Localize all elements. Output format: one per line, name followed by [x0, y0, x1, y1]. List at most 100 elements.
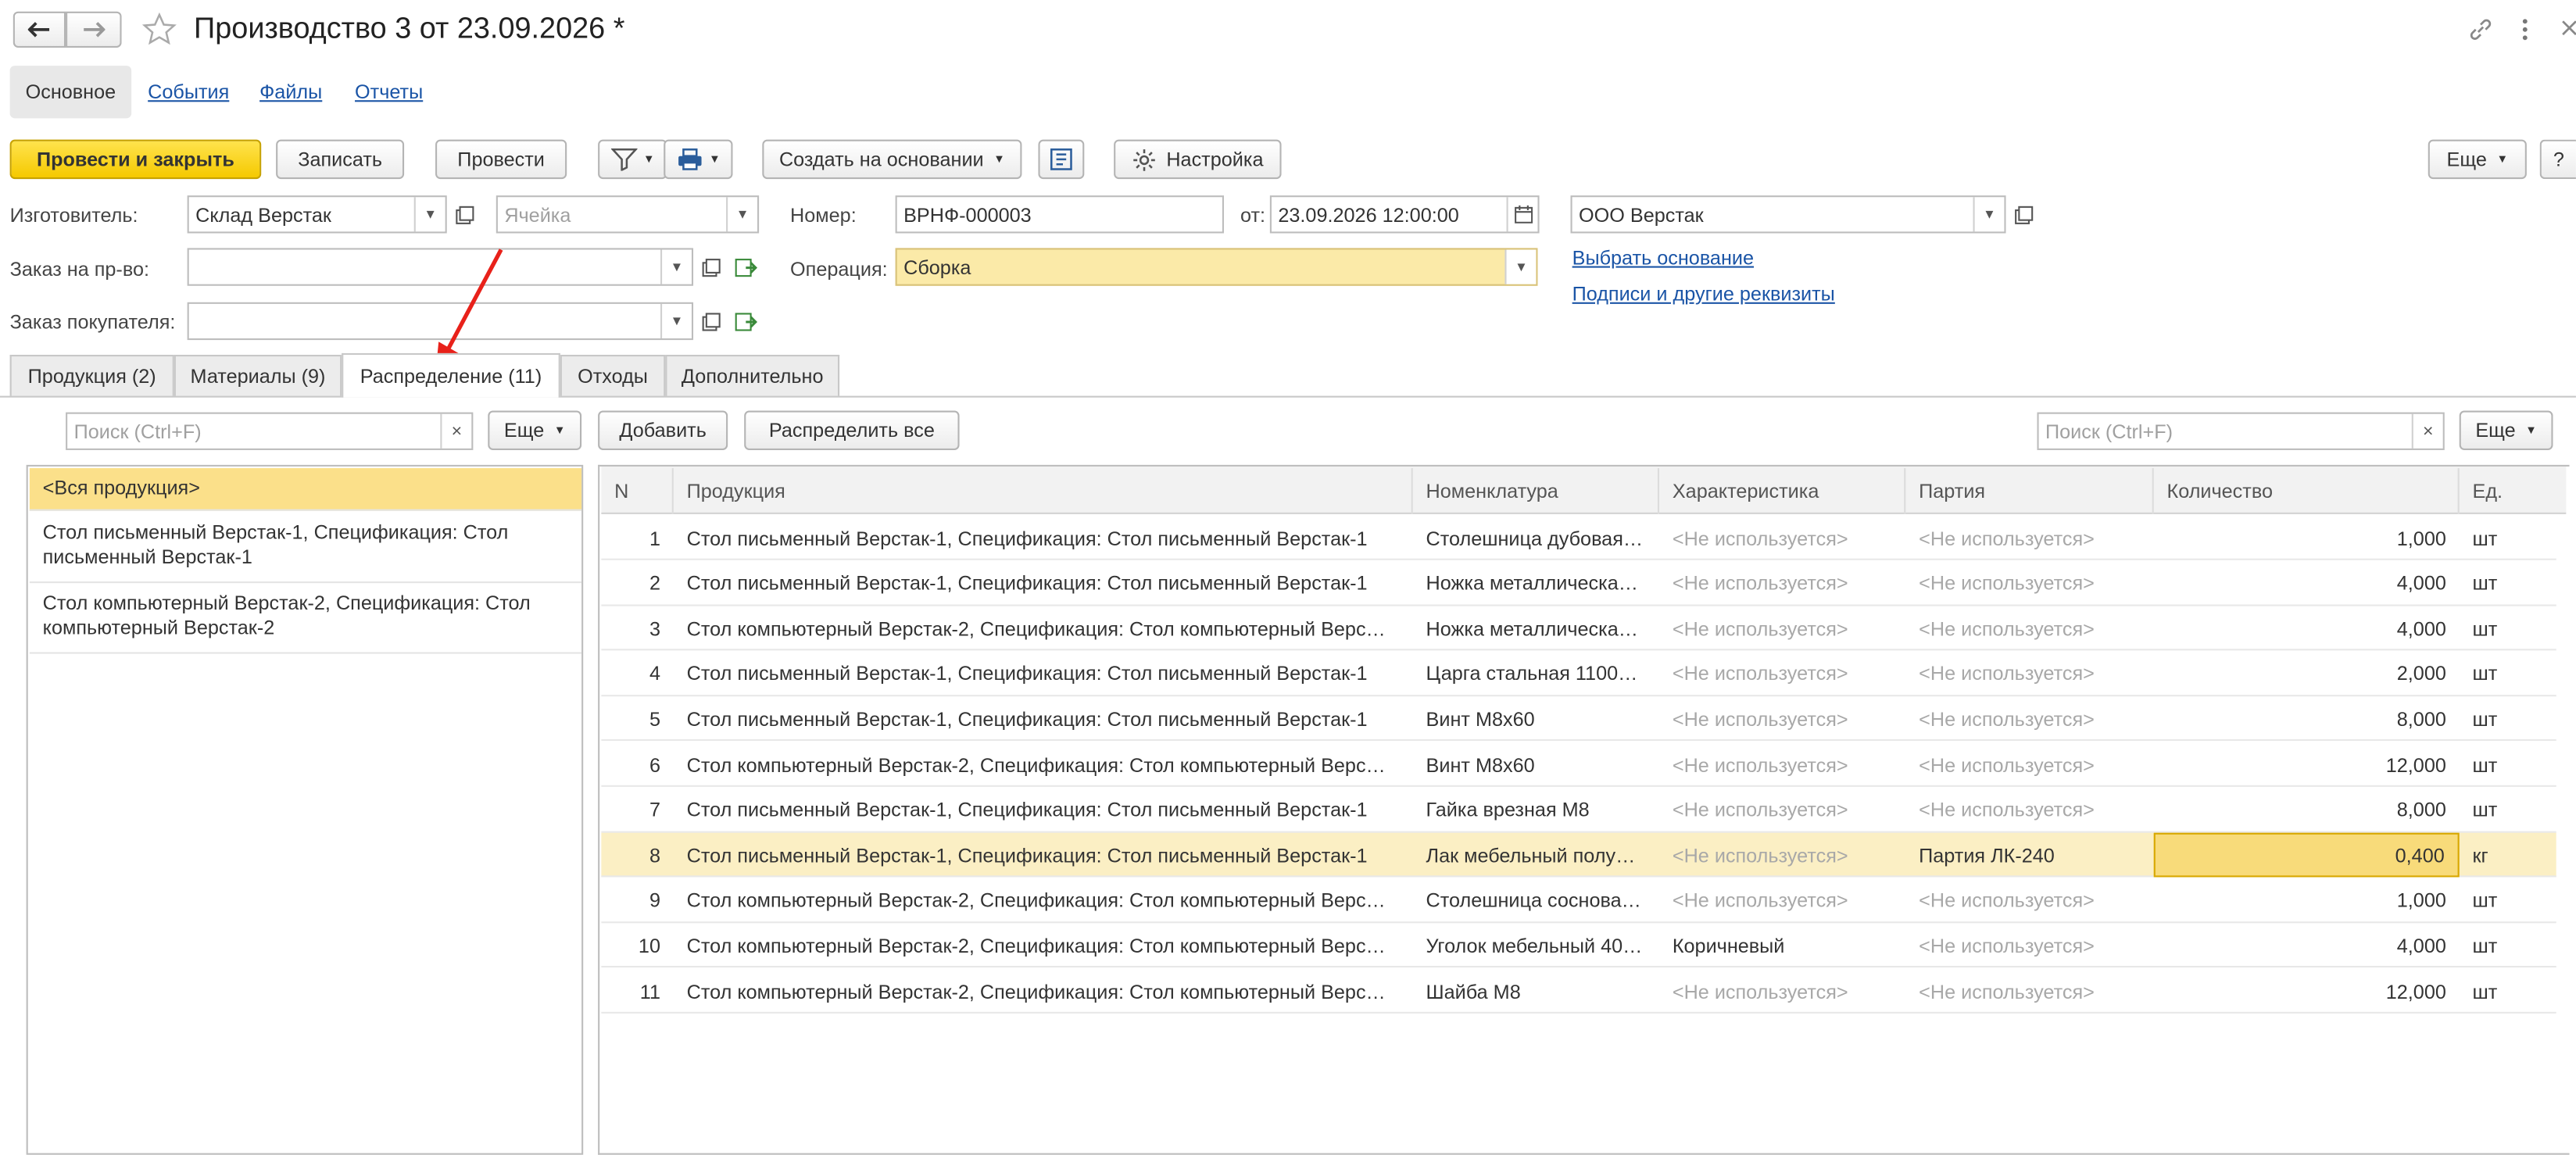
table-row[interactable]: 4 Стол письменный Верстак-1, Спецификация… — [601, 652, 2556, 696]
calendar-icon[interactable] — [1506, 197, 1538, 232]
date-field[interactable]: 23.09.2026 12:00:00 — [1269, 195, 1540, 234]
print-dropdown-button[interactable]: ▼ — [664, 139, 733, 180]
dropdown-arrow-icon[interactable]: ▼ — [1504, 249, 1537, 284]
cell-unit[interactable]: кг — [2460, 833, 2556, 878]
cell-nomenclature[interactable]: Гайка врезная М8 — [1413, 788, 1659, 832]
cell-characteristic[interactable]: <Не используется> — [1659, 788, 1905, 832]
left-list-item[interactable]: <Вся продукция> — [29, 468, 582, 511]
col-header-quantity[interactable]: Количество — [2154, 468, 2460, 514]
cell-product[interactable]: Стол письменный Верстак-1, Спецификация:… — [674, 561, 1413, 606]
table-row[interactable]: 2 Стол письменный Верстак-1, Спецификация… — [601, 561, 2556, 606]
cell-batch[interactable]: <Не используется> — [1905, 606, 2153, 651]
cell-batch[interactable]: <Не используется> — [1905, 697, 2153, 742]
more-button[interactable]: Еще ▼ — [2428, 139, 2527, 180]
cell-batch[interactable]: <Не используется> — [1905, 969, 2153, 1014]
filter-dropdown-button[interactable]: ▼ — [598, 139, 667, 180]
tab-waste[interactable]: Отходы — [560, 355, 666, 396]
left-list-item[interactable]: Стол письменный Верстак-1, Спецификация:… — [29, 513, 582, 584]
cell-batch[interactable]: <Не используется> — [1905, 561, 2153, 606]
cell-batch[interactable]: <Не используется> — [1905, 516, 2153, 560]
signatures-link[interactable]: Подписи и другие реквизиты — [1572, 283, 1835, 306]
forward-button[interactable] — [66, 11, 122, 48]
dropdown-arrow-icon[interactable]: ▼ — [726, 197, 757, 232]
cell-unit[interactable]: шт — [2460, 561, 2556, 606]
fill-icon[interactable] — [731, 248, 760, 285]
open-icon[interactable] — [2009, 195, 2039, 233]
cell-quantity[interactable]: 12,000 — [2154, 742, 2460, 787]
cell-characteristic[interactable]: <Не используется> — [1659, 878, 1905, 923]
nav-tab-files[interactable]: Файлы — [259, 80, 322, 103]
cell-quantity[interactable]: 4,000 — [2154, 924, 2460, 968]
right-more-button[interactable]: Еще ▼ — [2459, 410, 2553, 450]
table-row[interactable]: 3 Стол компьютерный Верстак-2, Спецификац… — [601, 606, 2556, 651]
dropdown-arrow-icon[interactable]: ▼ — [1973, 197, 2005, 232]
cell-batch[interactable]: <Не используется> — [1905, 652, 2153, 696]
cell-unit[interactable]: шт — [2460, 969, 2556, 1014]
cell-n[interactable]: 1 — [601, 516, 673, 560]
add-button[interactable]: Добавить — [598, 410, 728, 450]
cell-quantity[interactable]: 8,000 — [2154, 697, 2460, 742]
col-header-batch[interactable]: Партия — [1905, 468, 2154, 514]
table-row[interactable]: 11 Стол компьютерный Верстак-2, Специфика… — [601, 969, 2556, 1014]
cell-n[interactable]: 4 — [601, 652, 673, 696]
cell-characteristic[interactable]: <Не используется> — [1659, 742, 1905, 787]
cell-batch[interactable]: <Не используется> — [1905, 788, 2153, 832]
col-header-unit[interactable]: Ед. — [2460, 468, 2567, 514]
table-row[interactable]: 5 Стол письменный Верстак-1, Спецификация… — [601, 697, 2556, 742]
cell-product[interactable]: Стол письменный Верстак-1, Спецификация:… — [674, 833, 1413, 878]
cell-product[interactable]: Стол компьютерный Верстак-2, Спецификаци… — [674, 969, 1413, 1014]
cell-nomenclature[interactable]: Столешница соснова… — [1413, 878, 1659, 923]
back-button[interactable] — [13, 11, 66, 48]
number-field[interactable]: ВРНФ-000003 — [895, 195, 1224, 234]
col-header-product[interactable]: Продукция — [674, 468, 1413, 514]
tab-products[interactable]: Продукция (2) — [9, 355, 174, 396]
cell-quantity[interactable]: 1,000 — [2154, 878, 2460, 923]
open-icon[interactable] — [696, 302, 726, 340]
link-icon[interactable] — [2467, 16, 2494, 43]
col-header-characteristic[interactable]: Характеристика — [1659, 468, 1906, 514]
cell-n[interactable]: 9 — [601, 878, 673, 923]
tab-distribution[interactable]: Распределение (11) — [342, 352, 560, 398]
choose-basis-link[interactable]: Выбрать основание — [1572, 246, 1754, 269]
nav-tab-events[interactable]: События — [148, 80, 229, 103]
cell-nomenclature[interactable]: Царга стальная 1100… — [1413, 652, 1659, 696]
cell-nomenclature[interactable]: Ножка металлическа… — [1413, 606, 1659, 651]
table-row[interactable]: 10 Стол компьютерный Верстак-2, Специфика… — [601, 924, 2556, 968]
favorite-star-icon[interactable] — [141, 12, 177, 48]
nav-tab-main[interactable]: Основное — [9, 66, 132, 119]
operation-field[interactable]: Сборка ▼ — [895, 248, 1538, 286]
manufacturer-field[interactable]: Склад Верстак ▼ — [187, 195, 447, 234]
cell-batch[interactable]: <Не используется> — [1905, 924, 2153, 968]
cell-n[interactable]: 2 — [601, 561, 673, 606]
cell-product[interactable]: Стол компьютерный Верстак-2, Спецификаци… — [674, 878, 1413, 923]
cell-nomenclature[interactable]: Шайба М8 — [1413, 969, 1659, 1014]
left-search-input[interactable]: Поиск (Ctrl+F) × — [66, 412, 474, 450]
cell-product[interactable]: Стол письменный Верстак-1, Спецификация:… — [674, 652, 1413, 696]
cell-unit[interactable]: шт — [2460, 516, 2556, 560]
fill-icon[interactable] — [731, 302, 760, 340]
post-button[interactable]: Провести — [435, 139, 567, 180]
cell-unit[interactable]: шт — [2460, 742, 2556, 787]
cell-product[interactable]: Стол письменный Верстак-1, Спецификация:… — [674, 697, 1413, 742]
cell-batch[interactable]: <Не используется> — [1905, 742, 2153, 787]
dropdown-arrow-icon[interactable]: ▼ — [413, 197, 445, 232]
cell-nomenclature[interactable]: Винт М8х60 — [1413, 697, 1659, 742]
cell-nomenclature[interactable]: Винт М8х60 — [1413, 742, 1659, 787]
table-row[interactable]: 1 Стол письменный Верстак-1, Спецификация… — [601, 516, 2556, 560]
cell-product[interactable]: Стол компьютерный Верстак-2, Спецификаци… — [674, 742, 1413, 787]
cell-quantity[interactable]: 1,000 — [2154, 516, 2460, 560]
col-header-nomenclature[interactable]: Номенклатура — [1413, 468, 1660, 514]
cell-quantity[interactable]: 4,000 — [2154, 606, 2460, 651]
tab-additional[interactable]: Дополнительно — [665, 355, 840, 396]
cell-characteristic[interactable]: <Не используется> — [1659, 833, 1905, 878]
cell-n[interactable]: 11 — [601, 969, 673, 1014]
cell-characteristic[interactable]: <Не используется> — [1659, 561, 1905, 606]
cell-unit[interactable]: шт — [2460, 652, 2556, 696]
tab-materials[interactable]: Материалы (9) — [174, 355, 342, 396]
cell-characteristic[interactable]: <Не используется> — [1659, 606, 1905, 651]
table-row[interactable]: 6 Стол компьютерный Верстак-2, Спецификац… — [601, 742, 2556, 787]
distribute-all-button[interactable]: Распределить все — [744, 410, 960, 450]
cell-n[interactable]: 7 — [601, 788, 673, 832]
cell-unit[interactable]: шт — [2460, 878, 2556, 923]
left-more-button[interactable]: Еще ▼ — [488, 410, 582, 450]
